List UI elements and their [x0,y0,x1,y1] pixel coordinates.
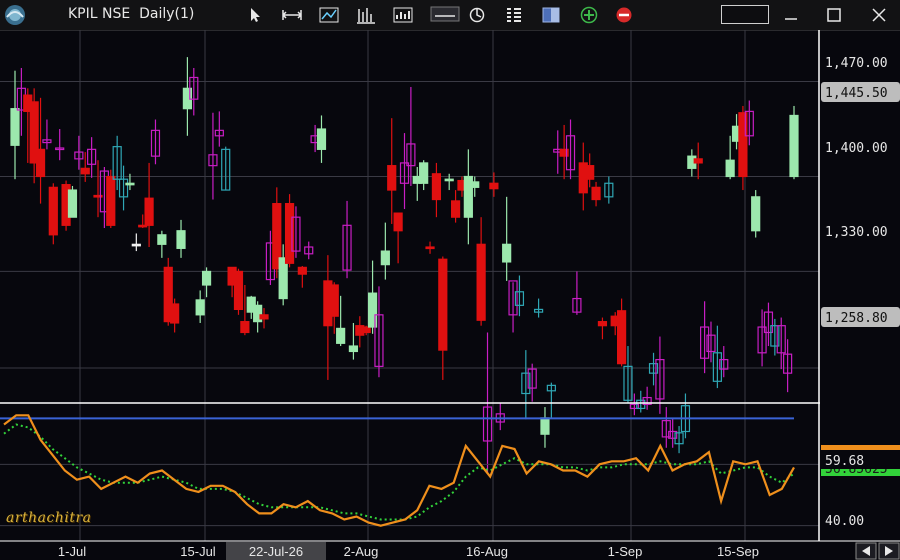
close-button[interactable] [865,2,893,28]
candle-body [470,181,480,188]
rsi-indicator-panel [0,414,819,527]
candle-body [329,284,339,317]
price-tick-label: 1,400.00 [825,141,888,156]
candle-body [387,165,397,191]
cursor-icon[interactable] [244,4,266,26]
candle-body [125,182,135,186]
candle-body [591,186,601,201]
indicator-icon[interactable] [392,4,414,26]
candle-body [48,186,58,236]
date-tick-label: 15-Sep [717,544,759,559]
candle-body [67,189,78,218]
candle-body [444,178,454,182]
candle-body [201,270,212,286]
panel-icon[interactable] [540,4,562,26]
candle-body [361,326,371,334]
candle-body [259,314,269,320]
low-price-label: 1,258.80 [825,311,888,326]
title-bar: KPIL NSE Daily(1) [0,0,900,31]
maximize-button[interactable] [820,2,848,28]
date-axis[interactable]: 1-Jul 15-Jul 22-Jul-26 2-Aug 16-Aug 1-Se… [58,542,759,560]
candle-body [80,167,90,175]
candle-body [419,162,429,184]
candle-body [233,270,244,311]
current-price-label: 1,445.50 [825,86,888,101]
candle-body [195,299,205,316]
candle-body [431,173,442,201]
minimize-button[interactable] [777,2,805,28]
candle-body [297,266,307,275]
candle-body [393,212,403,232]
remove-icon[interactable] [613,4,635,26]
app-logo-icon [5,5,25,25]
price-tick-label: 1,330.00 [825,225,888,240]
grid-layout-icon[interactable] [503,4,525,26]
candle-body [380,250,390,266]
watermark: arthachitra [6,510,92,526]
candle-body [725,159,735,178]
candle-body [540,417,550,435]
rsi-level-label: 40.00 [825,514,864,529]
date-tick-label: 1-Jul [58,544,86,559]
cursor-date-label: 22-Jul-26 [249,544,303,559]
add-icon[interactable] [578,4,600,26]
candle-body [131,243,141,247]
date-tick-label: 2-Aug [344,544,379,559]
draw-tools-icon[interactable] [430,4,460,26]
candle-body [348,345,359,353]
date-tick-label: 15-Jul [180,544,216,559]
candle-body [240,321,250,334]
candle-body [316,128,327,150]
refresh-icon[interactable] [466,4,488,26]
price-tick-label: 1,470.00 [825,56,888,71]
pan-icon[interactable] [281,4,303,26]
candle-body [35,148,46,178]
candle-body [489,182,499,190]
candle-body [157,234,167,245]
candle-body [10,108,20,146]
candle-body [585,165,595,180]
candlestick-series [10,57,799,474]
candle-body [789,114,799,178]
date-tick-label: 1-Sep [608,544,643,559]
scroll-buttons[interactable] [855,542,900,560]
candle-body [751,196,761,232]
candle-body [278,257,288,300]
price-axis[interactable]: 1,470.00 1,400.00 1,330.00 1,445.50 1,25… [821,56,900,327]
candle-body [106,175,116,226]
candle-body [425,246,435,250]
candle-body [502,243,512,263]
candle-body [144,197,154,226]
candle-body [616,310,627,365]
rsi-axis[interactable]: 56.85625 59.68 40.00 [821,445,900,529]
candle-body [693,158,703,164]
candle-body [170,303,180,324]
price-chart[interactable]: 1,470.00 1,400.00 1,330.00 1,445.50 1,25… [0,30,900,560]
rsi-value-label: 59.68 [825,454,864,469]
chart-type-icon[interactable] [318,4,340,26]
candle-body [450,200,461,218]
window-title: KPIL NSE Daily(1) [68,6,195,22]
date-tick-label: 16-Aug [466,544,508,559]
candle-body [176,230,186,249]
symbol-search-input[interactable] [721,5,769,24]
candle-body [476,243,486,321]
candle-body [438,258,448,351]
candle-body [336,327,346,344]
candle-body [597,321,608,327]
bar-chart-icon[interactable] [355,4,377,26]
